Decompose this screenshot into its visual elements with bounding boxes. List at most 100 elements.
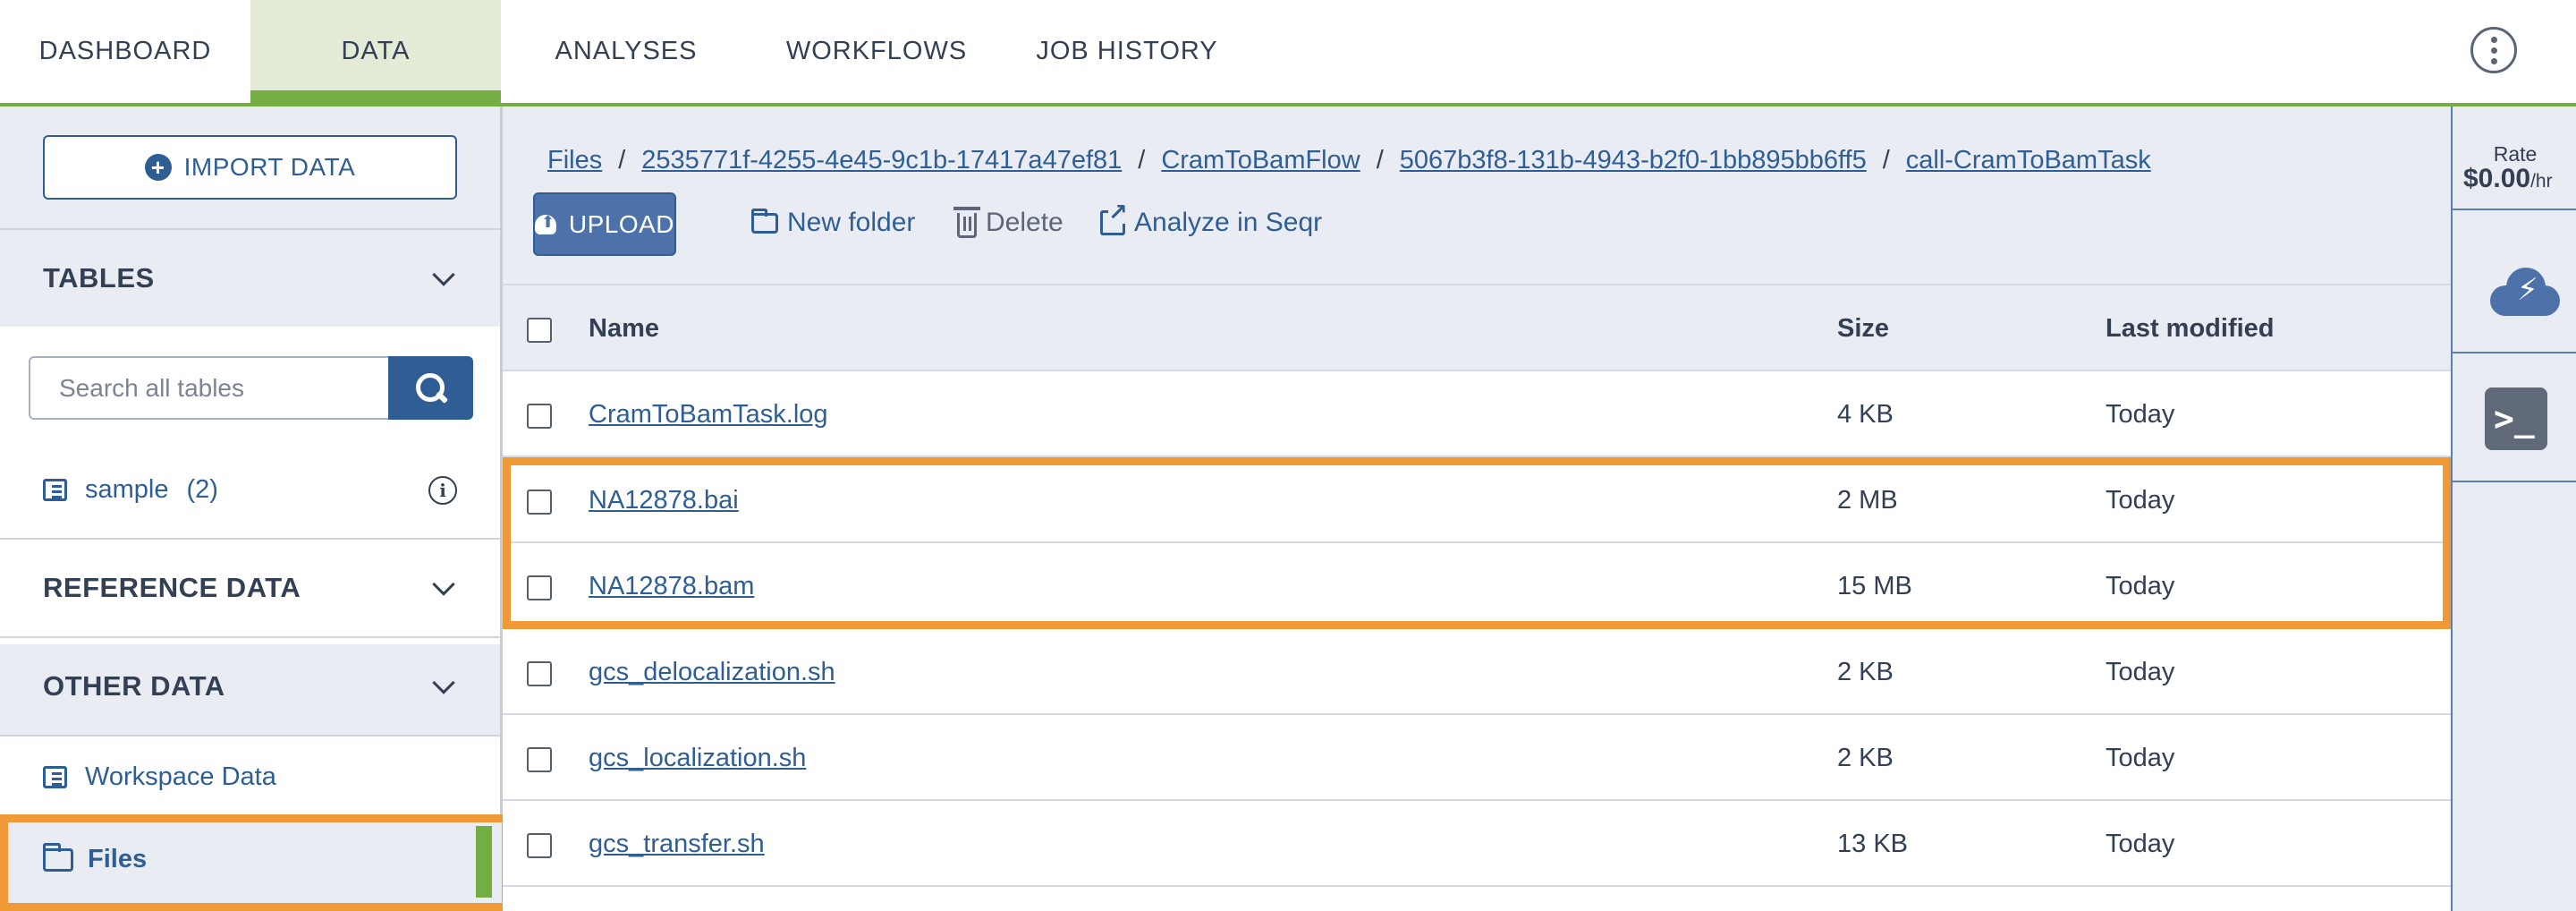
table-count: (2) [186,475,218,504]
row-checkbox[interactable] [527,575,552,600]
file-modified: Today [2106,657,2175,686]
table-name: sample [85,475,169,504]
breadcrumb-run-id[interactable]: 5067b3f8-131b-4943-b2f0-1bb895bb6ff5 [1400,146,1867,175]
breadcrumb: Files / 2535771f-4255-4e45-9c1b-17417a47… [547,146,2151,175]
rate-amount: $0.00 [2463,164,2531,193]
table-list-icon [43,766,67,788]
breadcrumb-workspace-id[interactable]: 2535771f-4255-4e45-9c1b-17417a47ef81 [641,146,1122,175]
sidebar-item-workspace-data[interactable]: Workspace Data [43,762,276,792]
new-folder-label: New folder [787,208,916,237]
sidebar-item-files[interactable]: Files [0,814,503,911]
file-modified: Today [2106,485,2175,515]
breadcrumb-separator: / [1376,146,1384,175]
section-other-data[interactable]: OTHER DATA [0,636,500,735]
tab-workflows[interactable]: WORKFLOWS [769,0,984,103]
row-checkbox[interactable] [527,404,552,429]
chevron-down-icon [432,671,455,694]
row-checkbox[interactable] [527,490,552,515]
file-size: 15 MB [1837,571,1912,600]
table-item-sample[interactable]: sample (2) [43,475,218,505]
folder-icon [751,208,778,234]
file-link[interactable]: NA12878.bai [589,486,739,515]
selected-indicator [476,826,492,898]
cloud-environment-icon[interactable]: ⚡ [2490,268,2560,316]
table-list-icon [43,479,67,501]
file-size: 2 KB [1837,657,1894,686]
table-row: gcs_localization.sh 2 KB Today [503,715,2451,801]
files-link: Files [43,842,148,874]
tab-dashboard[interactable]: DASHBOARD [0,0,250,103]
rate-label: Rate [2493,142,2538,166]
folder-icon [43,842,73,872]
search-tables-input[interactable]: Search all tables [29,356,388,420]
file-size: 4 KB [1837,399,1894,429]
table-row: gcs_transfer.sh 13 KB Today [503,801,2451,887]
breadcrumb-separator: / [618,146,626,175]
header-name[interactable]: Name [589,285,659,371]
section-tables-label: TABLES [43,262,155,294]
header-size[interactable]: Size [1837,285,1889,371]
row-checkbox[interactable] [527,747,552,772]
file-size: 13 KB [1837,829,1908,858]
file-modified: Today [2106,399,2175,429]
header-last-modified[interactable]: Last modified [2106,285,2275,371]
table-row: CramToBamTask.log 4 KB Today [503,371,2451,457]
table-row: NA12878.bam 15 MB Today [503,543,2451,629]
row-checkbox[interactable] [527,661,552,686]
import-data-button[interactable]: + IMPORT DATA [43,135,457,200]
breadcrumb-workflow[interactable]: CramToBamFlow [1161,146,1360,175]
file-link[interactable]: gcs_transfer.sh [589,830,765,859]
rate-value: $0.00/hr [2463,164,2553,194]
section-other-label: OTHER DATA [43,670,225,702]
file-size: 2 MB [1837,485,1898,515]
file-size: 2 KB [1837,743,1894,772]
data-sidebar: + IMPORT DATA TABLES Search all tables s… [0,106,503,911]
file-link[interactable]: gcs_delocalization.sh [589,658,835,687]
trash-icon [953,207,980,238]
tab-data[interactable]: DATA [250,0,501,103]
top-navigation: DASHBOARD DATA ANALYSES WORKFLOWS JOB HI… [0,0,2576,106]
right-rail: Rate $0.00/hr ⚡ >_ [2451,106,2576,911]
table-header: Name Size Last modified [503,285,2451,371]
import-data-label: IMPORT DATA [183,153,356,181]
kebab-menu-icon[interactable] [2470,27,2517,73]
file-link[interactable]: CramToBamTask.log [589,400,828,430]
info-icon[interactable]: i [428,476,457,505]
tab-job-history[interactable]: JOB HISTORY [1029,0,1225,103]
section-reference-label: REFERENCE DATA [43,572,301,603]
breadcrumb-separator: / [1882,146,1890,175]
workspace-data-label: Workspace Data [85,762,276,791]
rail-divider [2453,209,2576,210]
file-modified: Today [2106,743,2175,772]
tab-analyses[interactable]: ANALYSES [537,0,716,103]
rail-divider [2453,352,2576,353]
delete-button[interactable]: Delete [953,207,1063,238]
row-checkbox[interactable] [527,833,552,858]
analyze-label: Analyze in Seqr [1134,208,1323,237]
rate-unit: /hr [2530,171,2553,192]
upload-label: UPLOAD [568,209,674,238]
search-button[interactable] [388,356,473,420]
section-reference-data[interactable]: REFERENCE DATA [0,538,500,636]
search-placeholder: Search all tables [59,373,245,402]
terminal-icon[interactable]: >_ [2485,387,2547,450]
plus-circle-icon: + [144,154,172,181]
section-tables[interactable]: TABLES [0,228,500,327]
file-link[interactable]: gcs_localization.sh [589,744,806,773]
rail-divider [2453,481,2576,482]
select-all-checkbox[interactable] [527,318,552,343]
new-folder-button[interactable]: New folder [751,208,915,238]
breadcrumb-files[interactable]: Files [547,146,602,175]
breadcrumb-separator: / [1138,146,1146,175]
table-row: gcs_delocalization.sh 2 KB Today [503,629,2451,715]
table-row: NA12878.bai 2 MB Today [503,457,2451,543]
upload-button[interactable]: UPLOAD [533,192,676,256]
files-label: Files [88,845,148,873]
file-modified: Today [2106,829,2175,858]
chevron-down-icon [432,573,455,596]
file-link[interactable]: NA12878.bam [589,572,754,601]
external-link-icon [1100,200,1128,235]
delete-label: Delete [986,208,1063,237]
breadcrumb-task[interactable]: call-CramToBamTask [1906,146,2151,175]
analyze-in-seqr-button[interactable]: Analyze in Seqr [1100,200,1323,238]
